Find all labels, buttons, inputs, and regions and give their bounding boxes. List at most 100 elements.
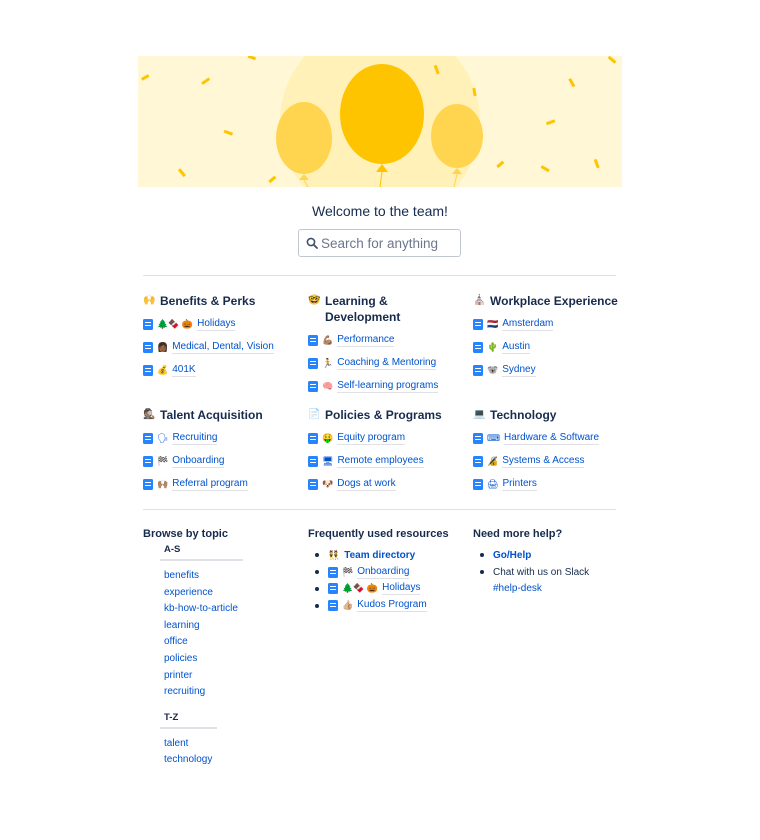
resource-kudos[interactable]: 👍🏼 Kudos Program xyxy=(315,597,468,614)
link-label[interactable]: Amsterdam xyxy=(502,318,554,331)
divider xyxy=(160,559,243,561)
help-channel-row[interactable]: #help-desk xyxy=(480,581,633,598)
document-icon: 📄 xyxy=(308,409,321,420)
link-label[interactable]: Coaching & Mentoring xyxy=(337,357,437,370)
page-icon xyxy=(308,358,318,369)
frequent-resources: Frequently used resources 👯 Team directo… xyxy=(308,528,468,614)
help-item-slack: Chat with us on Slack xyxy=(480,564,633,581)
link-label[interactable]: Onboarding xyxy=(172,455,225,468)
topic-link[interactable]: kb-how-to-article xyxy=(164,601,303,618)
brain-icon: 🧠 xyxy=(322,381,334,391)
page-icon xyxy=(308,433,318,444)
link-hardware[interactable]: ⌨ Hardware & Software xyxy=(473,430,623,447)
link-label[interactable]: Austin xyxy=(502,341,531,354)
bullet xyxy=(315,603,319,608)
divider xyxy=(143,275,616,276)
page-icon xyxy=(328,600,338,612)
section-title: Benefits & Perks xyxy=(160,294,256,308)
link-label[interactable]: Dogs at work xyxy=(337,478,396,491)
runner-icon: 🏃 xyxy=(322,358,334,368)
link-referral[interactable]: 🙌🏽 Referral program xyxy=(143,476,303,493)
topic-link[interactable]: benefits xyxy=(164,568,303,585)
link-label[interactable]: Sydney xyxy=(502,364,536,377)
link-medical[interactable]: 👩🏾 Medical, Dental, Vision xyxy=(143,339,303,356)
link-coaching[interactable]: 🏃 Coaching & Mentoring xyxy=(308,355,458,372)
topic-link[interactable]: office xyxy=(164,634,303,651)
section-title: Technology xyxy=(490,408,557,422)
section-title: Learning & Development xyxy=(325,294,401,324)
resource-holidays[interactable]: 🌲🍫 🎃 Holidays xyxy=(315,581,468,598)
browse-title: Browse by topic xyxy=(143,528,228,540)
topic-link[interactable]: experience xyxy=(164,585,303,602)
link-austin[interactable]: 🌵 Austin xyxy=(473,339,623,356)
link-label[interactable]: Systems & Access xyxy=(502,455,585,468)
gohelp-link[interactable]: Go/Help xyxy=(493,550,531,561)
help-item-gohelp[interactable]: Go/Help xyxy=(480,547,633,564)
topic-link[interactable]: recruiting xyxy=(164,684,303,701)
bullet xyxy=(315,553,319,558)
browse-by-topic: Browse by topic A-S benefits experience … xyxy=(143,528,303,769)
resource-onboarding[interactable]: 🏁 Onboarding xyxy=(315,564,468,581)
topic-link[interactable]: printer xyxy=(164,668,303,685)
link-remote[interactable]: 🖥 Remote employees xyxy=(308,453,458,470)
topic-link[interactable]: learning xyxy=(164,618,303,635)
help-text: Chat with us on Slack xyxy=(493,566,590,578)
link-label[interactable]: Referral program xyxy=(172,478,248,491)
bullet xyxy=(315,570,319,575)
page-icon xyxy=(473,433,483,444)
link-label[interactable]: Remote employees xyxy=(337,455,424,468)
link-self-learning[interactable]: 🧠 Self-learning programs xyxy=(308,378,458,395)
help-title: Need more help? xyxy=(473,528,563,540)
link-label[interactable]: Self-learning programs xyxy=(337,380,439,393)
topic-link[interactable]: talent xyxy=(164,736,303,753)
link-systems[interactable]: 🔏 Systems & Access xyxy=(473,453,623,470)
slack-channel-link[interactable]: #help-desk xyxy=(493,583,542,594)
topic-link[interactable]: policies xyxy=(164,651,303,668)
section-title: Policies & Programs xyxy=(325,408,442,422)
link-401k[interactable]: 💰 401K xyxy=(143,362,303,379)
resource-label[interactable]: Kudos Program xyxy=(357,599,427,613)
need-help: Need more help? Go/Help Chat with us on … xyxy=(473,528,633,597)
topic-link[interactable]: technology xyxy=(164,752,303,769)
resource-label[interactable]: Onboarding xyxy=(357,566,410,579)
link-equity[interactable]: 🤑 Equity program xyxy=(308,430,458,447)
search-input[interactable] xyxy=(321,235,456,251)
link-amsterdam[interactable]: 🇳🇱 Amsterdam xyxy=(473,316,623,333)
resource-label[interactable]: Holidays xyxy=(382,582,421,596)
topic-group-heading: A-S xyxy=(164,544,181,555)
page-icon xyxy=(143,365,153,376)
link-label[interactable]: Recruiting xyxy=(172,432,218,445)
page-icon xyxy=(308,456,318,467)
link-label[interactable]: Medical, Dental, Vision xyxy=(172,341,274,354)
holiday-emoji-icon: 🌲🍫 🎃 xyxy=(157,319,194,329)
doctor-emoji-icon: 👩🏾 xyxy=(157,342,169,352)
topic-group-heading: T-Z xyxy=(164,711,179,723)
page-icon xyxy=(143,319,153,330)
link-dogs[interactable]: 🐶 Dogs at work xyxy=(308,476,458,493)
page-icon xyxy=(143,342,153,353)
link-label[interactable]: Equity program xyxy=(337,432,406,445)
desktop-computer-icon: 🖥 xyxy=(322,456,334,466)
keyboard-icon: ⌨ xyxy=(487,433,500,443)
search-box[interactable] xyxy=(298,229,461,257)
link-label[interactable]: Holidays xyxy=(197,318,236,331)
link-sydney[interactable]: 🐨 Sydney xyxy=(473,362,623,379)
link-holidays[interactable]: 🌲🍫 🎃 Holidays xyxy=(143,316,303,333)
search-icon xyxy=(306,237,318,249)
link-performance[interactable]: 💪🏽 Performance xyxy=(308,332,458,349)
holiday-emoji-icon: 🌲🍫 🎃 xyxy=(342,583,379,594)
help-list: Go/Help Chat with us on Slack #help-desk xyxy=(473,547,633,597)
thumbs-up-icon: 👍🏼 xyxy=(342,600,354,611)
welcome-heading: Welcome to the team! xyxy=(312,203,448,219)
link-label[interactable]: Hardware & Software xyxy=(504,432,600,445)
dancers-icon: 👯 xyxy=(328,549,340,560)
link-printers[interactable]: 🖨 Printers xyxy=(473,476,623,493)
link-label[interactable]: Printers xyxy=(502,478,537,491)
page-icon xyxy=(473,456,483,467)
resource-team-directory[interactable]: 👯 Team directory xyxy=(315,547,468,564)
link-recruiting[interactable]: 🗣 Recruiting xyxy=(143,430,303,447)
link-label[interactable]: 401K xyxy=(172,364,196,377)
resource-label[interactable]: Team directory xyxy=(344,550,415,561)
link-onboarding[interactable]: 🏁 Onboarding xyxy=(143,453,303,470)
link-label[interactable]: Performance xyxy=(337,334,395,347)
